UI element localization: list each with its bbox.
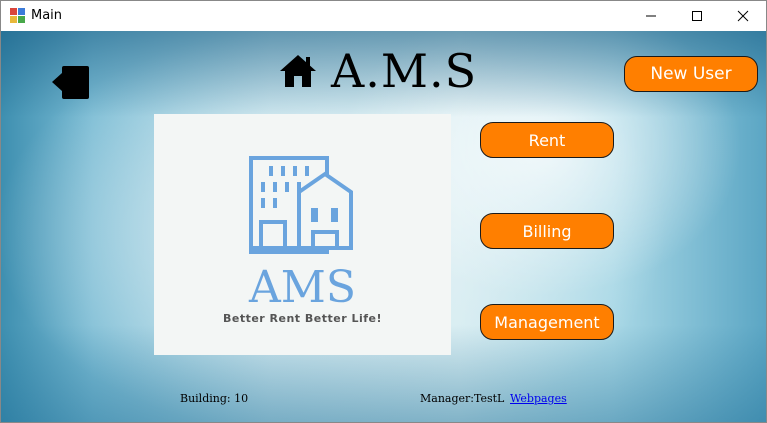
window-title: Main — [31, 8, 63, 23]
webpages-link[interactable]: Webpages — [510, 392, 567, 405]
main-window: Main A.M.S New User AMS Better Rent Bett… — [0, 0, 767, 423]
title-bar[interactable]: Main — [1, 1, 766, 31]
page-heading: A.M.S — [279, 45, 477, 97]
app-icon — [10, 8, 26, 24]
logout-icon[interactable] — [50, 66, 90, 100]
building-count-label: Building: 10 — [180, 392, 249, 405]
page-title: A.M.S — [331, 44, 478, 98]
home-icon — [279, 54, 317, 88]
building-icon — [247, 152, 357, 260]
logo-tagline: Better Rent Better Life! — [222, 312, 383, 325]
logo-brand-text: AMS — [249, 262, 356, 313]
new-user-button[interactable]: New User — [624, 56, 758, 92]
manager-label: Manager:TestL — [420, 392, 505, 405]
rent-button[interactable]: Rent — [480, 122, 614, 158]
management-button[interactable]: Management — [480, 304, 614, 340]
main-content: A.M.S New User AMS Better Rent Better Li… — [1, 31, 766, 422]
maximize-icon[interactable] — [674, 1, 720, 31]
logo-image: AMS Better Rent Better Life! — [154, 114, 451, 355]
minimize-icon[interactable] — [628, 1, 674, 31]
billing-button[interactable]: Billing — [480, 213, 614, 249]
close-icon[interactable] — [720, 1, 766, 31]
